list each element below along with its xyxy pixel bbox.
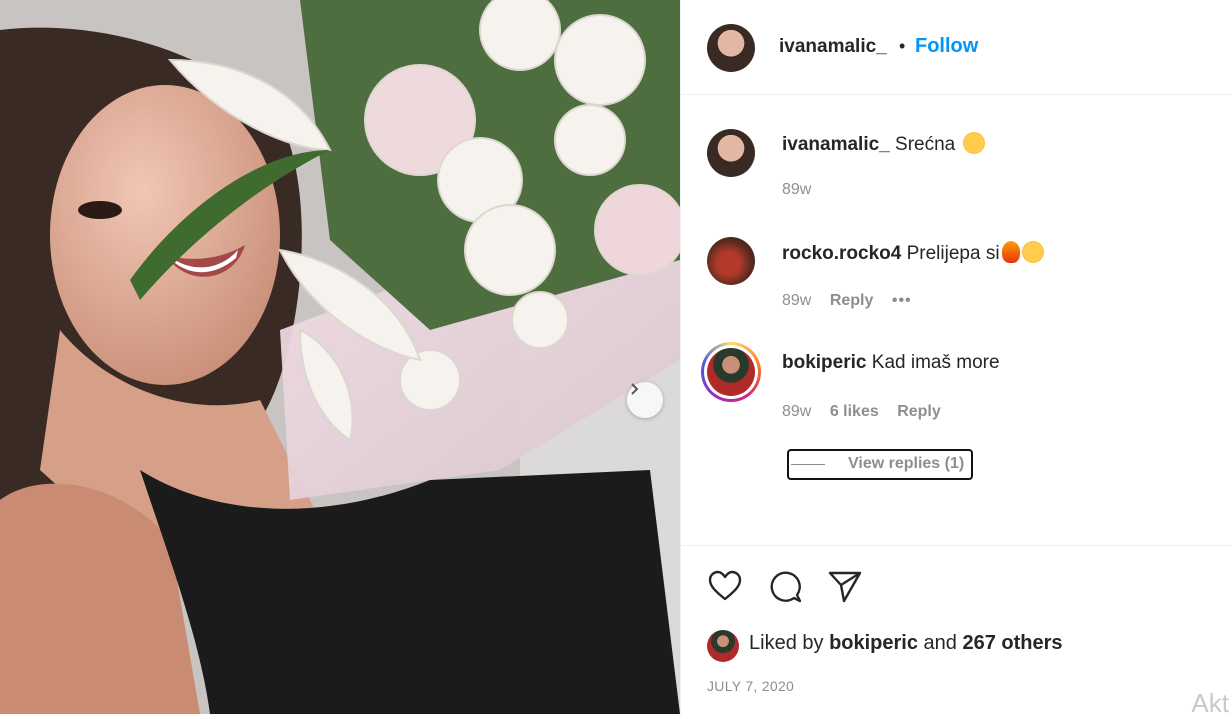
comment-text: Srećna bbox=[895, 134, 956, 155]
share-icon[interactable] bbox=[827, 568, 863, 604]
author-avatar[interactable] bbox=[707, 24, 755, 72]
post-side-panel: ivanamalic_ • Follow ivanamalic_ Srećna … bbox=[680, 0, 1232, 718]
activation-watermark: Akt bbox=[1191, 688, 1229, 718]
post-date[interactable]: JULY 7, 2020 bbox=[707, 678, 794, 694]
reply-button[interactable]: Reply bbox=[830, 292, 874, 309]
comment-icon[interactable] bbox=[767, 568, 803, 604]
liked-by-others[interactable]: 267 others bbox=[962, 632, 1062, 654]
more-options-icon[interactable]: ••• bbox=[892, 292, 912, 309]
post-photo[interactable] bbox=[0, 0, 680, 714]
comment-time[interactable]: 89w bbox=[782, 181, 811, 198]
comment-likes[interactable]: 6 likes bbox=[830, 403, 879, 420]
comment-avatar[interactable] bbox=[707, 237, 755, 285]
reply-button[interactable]: Reply bbox=[897, 403, 941, 420]
comment-username[interactable]: bokiperic bbox=[782, 352, 866, 373]
separator-dot: • bbox=[899, 36, 906, 56]
liker-avatar[interactable] bbox=[707, 630, 739, 662]
reply-line bbox=[791, 464, 825, 465]
next-photo-button[interactable] bbox=[627, 382, 663, 418]
post-header: ivanamalic_ • Follow bbox=[681, 0, 1232, 95]
comment-time[interactable]: 89w bbox=[782, 292, 811, 309]
liked-by-user[interactable]: bokiperic bbox=[829, 632, 918, 654]
comment-avatar[interactable] bbox=[707, 129, 755, 177]
comment-text: Kad imaš more bbox=[871, 352, 1000, 373]
comment-time[interactable]: 89w bbox=[782, 403, 811, 420]
comment-avatar[interactable] bbox=[707, 348, 755, 396]
photo-illustration bbox=[0, 0, 680, 714]
heart-eyes-icon bbox=[1021, 241, 1044, 263]
post-actions: Liked by bokiperic and 267 others JULY 7… bbox=[681, 545, 1232, 718]
comment-username[interactable]: rocko.rocko4 bbox=[782, 243, 901, 264]
liked-by-conj: and bbox=[923, 632, 957, 654]
view-replies-button[interactable]: View replies (1) bbox=[787, 449, 973, 480]
smiling-face-with-hearts-icon bbox=[962, 132, 985, 154]
follow-button[interactable]: Follow bbox=[915, 35, 978, 58]
liked-by-prefix: Liked by bbox=[749, 632, 824, 654]
author-username[interactable]: ivanamalic_ bbox=[779, 36, 887, 58]
view-replies-label: View replies (1) bbox=[848, 455, 965, 472]
heart-icon[interactable] bbox=[707, 568, 743, 604]
comment-text: Prelijepa si bbox=[906, 243, 1000, 264]
fire-icon bbox=[1001, 241, 1020, 263]
comment-username[interactable]: ivanamalic_ bbox=[782, 134, 890, 155]
